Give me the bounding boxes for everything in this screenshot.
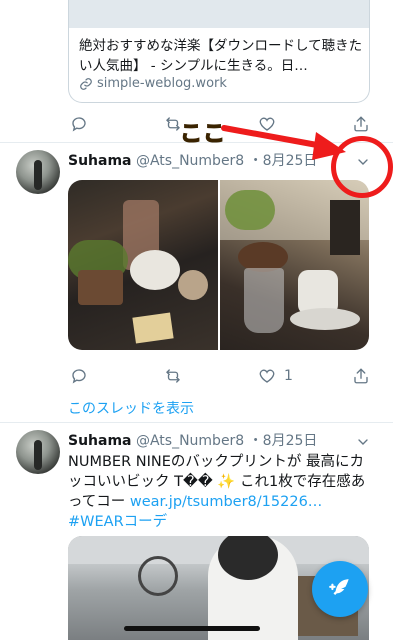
- reply-button[interactable]: [70, 115, 88, 133]
- tweet-text: NUMBER NINEのバックプリントが 最高にカッコいいビック T�� ✨ こ…: [68, 452, 373, 532]
- link-card-url: simple-weblog.work: [79, 76, 227, 91]
- avatar[interactable]: [16, 150, 60, 194]
- link-card-title: 絶対おすすめな洋楽【ダウンロードして聴きたい人気曲】 - シンプルに生きる。日…: [79, 38, 363, 74]
- compose-tweet-button[interactable]: [312, 561, 368, 617]
- reply-icon: [72, 117, 86, 132]
- share-icon: [354, 116, 368, 132]
- display-name[interactable]: Suhama: [68, 433, 132, 449]
- annotation-circle: [331, 136, 393, 198]
- show-thread-link[interactable]: このスレッドを表示: [68, 398, 194, 418]
- display-name[interactable]: Suhama: [68, 153, 132, 169]
- tweet-header: Suhama @Ats_Number8 ・8月25日: [68, 432, 317, 450]
- chevron-down-icon: [358, 439, 368, 445]
- link-icon: [80, 77, 92, 90]
- share-button[interactable]: [352, 367, 370, 385]
- like-button[interactable]: 1: [258, 367, 293, 385]
- retweet-icon: [166, 369, 180, 383]
- heart-icon: [259, 369, 275, 383]
- handle: @Ats_Number8: [135, 433, 245, 449]
- tweet-divider: [0, 422, 393, 423]
- compose-feather-icon: [329, 579, 349, 595]
- tweet-link[interactable]: wear.jp/tsumber8/15226…: [130, 494, 322, 510]
- link-card-image: [69, 0, 369, 28]
- link-card[interactable]: 絶対おすすめな洋楽【ダウンロードして聴きたい人気曲】 - シンプルに生きる。日……: [68, 0, 370, 103]
- link-card-domain: simple-weblog.work: [97, 76, 227, 91]
- tweet-menu-button[interactable]: [355, 434, 371, 450]
- annotation-arrow: [221, 125, 346, 160]
- hashtag-link[interactable]: #WEARコーデ: [68, 514, 167, 530]
- tweet-photo[interactable]: [68, 180, 218, 350]
- reply-icon: [72, 369, 86, 384]
- tweet-date[interactable]: ・8月25日: [249, 433, 318, 449]
- avatar[interactable]: [16, 430, 60, 474]
- tweet-media[interactable]: [68, 180, 369, 350]
- like-count: 1: [284, 368, 293, 384]
- share-icon: [354, 368, 368, 384]
- reply-button[interactable]: [70, 367, 88, 385]
- retweet-button[interactable]: [164, 367, 182, 385]
- share-button[interactable]: [352, 115, 370, 133]
- tweet-photo[interactable]: [219, 180, 369, 350]
- home-indicator: [124, 626, 260, 631]
